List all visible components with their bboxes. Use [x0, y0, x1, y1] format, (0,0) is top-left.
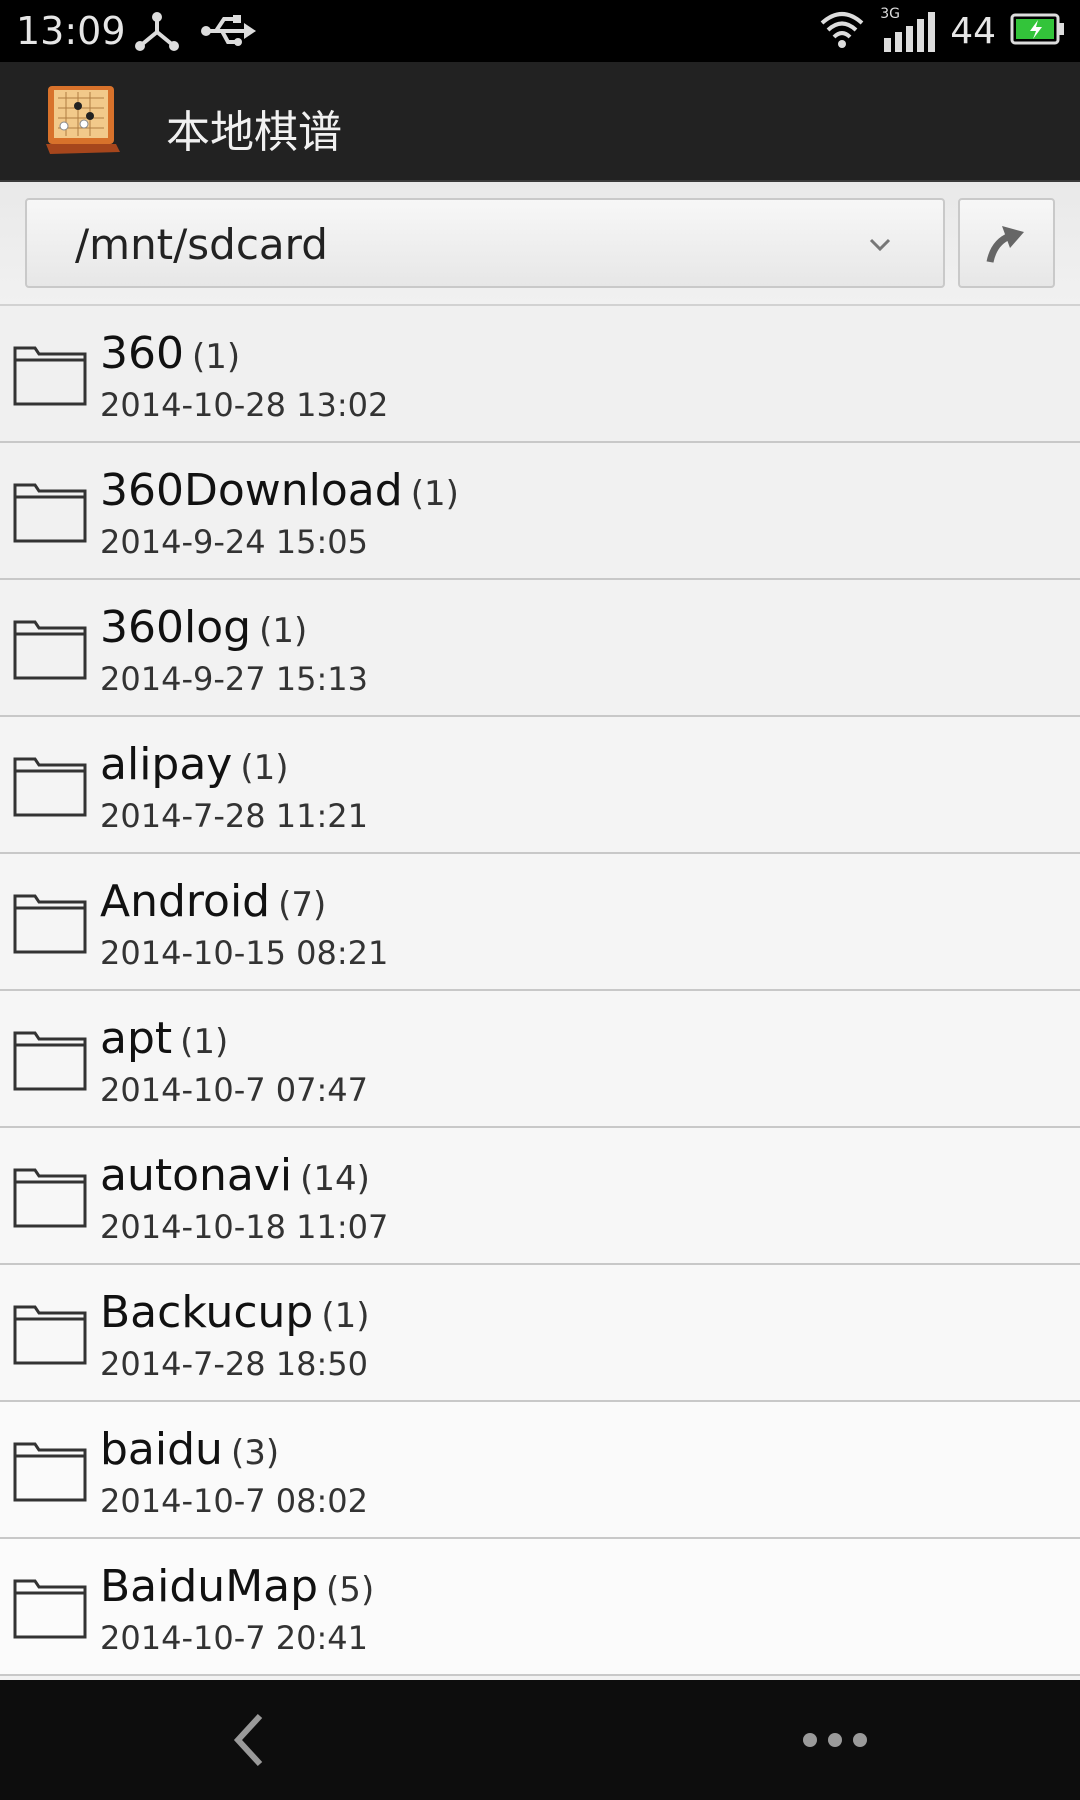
folder-count: (1)	[259, 611, 308, 651]
list-item[interactable]: baidu (3) 2014-10-7 08:02	[0, 1402, 1080, 1539]
list-item[interactable]: 360log (1) 2014-9-27 15:13	[0, 580, 1080, 717]
go-board-icon[interactable]	[44, 80, 122, 160]
folder-date: 2014-10-7 07:47	[100, 1071, 368, 1109]
list-item[interactable]: Backucup (1) 2014-7-28 18:50	[0, 1265, 1080, 1402]
folder-count: (7)	[278, 885, 327, 925]
folder-up-button[interactable]	[958, 198, 1055, 288]
folder-name: 360log (1)	[100, 602, 307, 653]
folder-name-text: Backucup	[100, 1287, 314, 1338]
folder-icon	[13, 1164, 87, 1232]
folder-count: (1)	[410, 474, 459, 514]
folder-name-text: 360	[100, 328, 184, 379]
list-item[interactable]: BaiduMap (5) 2014-10-7 20:41	[0, 1539, 1080, 1676]
folder-count: (5)	[326, 1570, 375, 1610]
battery-level: 44	[950, 10, 996, 52]
list-item[interactable]: autonavi (14) 2014-10-18 11:07	[0, 1128, 1080, 1265]
action-bar: 本地棋谱	[0, 62, 1080, 182]
folder-date: 2014-10-18 11:07	[100, 1208, 389, 1246]
folder-name: BaiduMap (5)	[100, 1561, 374, 1612]
back-icon[interactable]	[220, 1710, 280, 1770]
folder-name: apt (1)	[100, 1013, 228, 1064]
usb-icon	[200, 8, 258, 58]
file-list: 360 (1) 2014-10-28 13:02 360Download (1) 2014…	[0, 306, 1080, 1676]
folder-date: 2014-7-28 11:21	[100, 797, 368, 835]
folder-icon	[13, 1575, 87, 1643]
folder-icon	[13, 616, 87, 684]
folder-date: 2014-10-15 08:21	[100, 934, 389, 972]
folder-name: 360 (1)	[100, 328, 240, 379]
navigation-bar	[0, 1680, 1080, 1800]
status-bar: 13:09 3G 44	[0, 0, 1080, 62]
folder-name-text: Android	[100, 876, 271, 927]
folder-count: (1)	[321, 1296, 370, 1336]
folder-icon	[13, 1438, 87, 1506]
folder-count: (14)	[300, 1159, 370, 1199]
folder-name: Android (7)	[100, 876, 326, 927]
path-text: /mnt/sdcard	[75, 220, 328, 269]
folder-icon	[13, 1027, 87, 1095]
folder-name: Backucup (1)	[100, 1287, 370, 1338]
folder-count: (1)	[180, 1022, 229, 1062]
list-item[interactable]: 360 (1) 2014-10-28 13:02	[0, 306, 1080, 443]
wifi-icon	[818, 9, 866, 53]
usb-debug-icon	[132, 8, 182, 58]
folder-name-text: 360Download	[100, 465, 403, 516]
status-time: 13:09	[16, 9, 126, 53]
chevron-down-icon	[865, 230, 895, 260]
folder-icon	[13, 753, 87, 821]
folder-icon	[13, 890, 87, 958]
folder-date: 2014-7-28 18:50	[100, 1345, 368, 1383]
folder-icon	[13, 342, 87, 410]
folder-date: 2014-9-24 15:05	[100, 523, 368, 561]
list-item[interactable]: Android (7) 2014-10-15 08:21	[0, 854, 1080, 991]
folder-icon	[13, 479, 87, 547]
folder-name: 360Download (1)	[100, 465, 459, 516]
list-item[interactable]: alipay (1) 2014-7-28 11:21	[0, 717, 1080, 854]
path-toolbar: /mnt/sdcard	[0, 182, 1080, 306]
battery-charging-icon	[1010, 13, 1066, 49]
folder-count: (3)	[230, 1433, 280, 1473]
path-dropdown[interactable]: /mnt/sdcard	[25, 198, 945, 288]
folder-name: autonavi (14)	[100, 1150, 370, 1201]
list-item[interactable]: apt (1) 2014-10-7 07:47	[0, 991, 1080, 1128]
folder-date: 2014-10-7 08:02	[100, 1482, 368, 1520]
folder-name-text: autonavi	[100, 1150, 293, 1201]
folder-date: 2014-10-7 20:41	[100, 1619, 368, 1657]
folder-name: alipay (1)	[100, 739, 289, 790]
folder-name-text: apt	[100, 1013, 173, 1064]
folder-up-icon	[986, 226, 1024, 263]
more-icon[interactable]	[800, 1725, 870, 1755]
folder-count: (1)	[240, 748, 289, 788]
folder-name-text: 360log	[100, 602, 252, 653]
app-title: 本地棋谱	[166, 107, 342, 158]
folder-icon	[13, 1301, 87, 1369]
folder-date: 2014-10-28 13:02	[100, 386, 389, 424]
folder-count: (1)	[191, 337, 241, 377]
folder-name-text: baidu	[100, 1424, 223, 1475]
folder-name: baidu (3)	[100, 1424, 279, 1475]
signal-icon: 3G	[880, 6, 936, 54]
list-item[interactable]: 360Download (1) 2014-9-24 15:05	[0, 443, 1080, 580]
folder-date: 2014-9-27 15:13	[100, 660, 368, 698]
folder-name-text: BaiduMap	[100, 1561, 319, 1612]
folder-name-text: alipay	[100, 739, 233, 790]
